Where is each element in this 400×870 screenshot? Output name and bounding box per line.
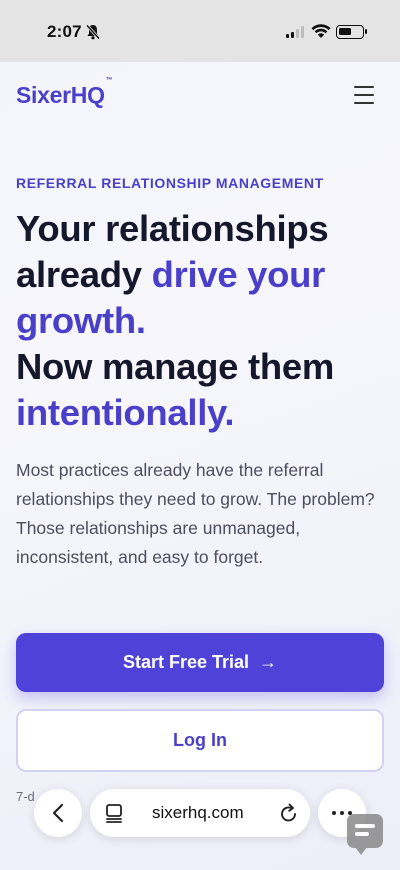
trial-note: 7-d — [16, 789, 35, 804]
trademark-mark: ™ — [105, 77, 113, 85]
log-in-button[interactable]: Log In — [16, 709, 384, 772]
battery-icon — [336, 25, 367, 39]
url-text: sixerhq.com — [152, 803, 244, 822]
chevron-left-icon — [52, 803, 64, 823]
wifi-icon — [311, 24, 331, 38]
headline-accent-2: intentionally. — [16, 392, 235, 433]
bell-muted-icon — [86, 24, 100, 40]
start-free-trial-button[interactable]: Start Free Trial → — [16, 633, 384, 692]
hero-headline: Your relationships already drive your gr… — [16, 206, 386, 436]
logo-text: SixerHQ — [16, 82, 105, 108]
status-time: 2:07 — [47, 22, 82, 41]
chat-widget-icon[interactable] — [347, 814, 383, 855]
page-menu-icon[interactable] — [105, 803, 123, 823]
cellular-signal-icon — [286, 26, 304, 38]
browser-address-bar[interactable]: sixerhq.com — [90, 789, 310, 837]
screen: 2:07 SixerHQ™ REFERRAL RELATIONSHIP MANA… — [0, 0, 400, 870]
hamburger-menu-icon[interactable] — [354, 86, 374, 104]
reload-icon[interactable] — [279, 802, 299, 824]
hero-eyebrow: REFERRAL RELATIONSHIP MANAGEMENT — [16, 175, 324, 191]
sixerhq-logo[interactable]: SixerHQ™ — [16, 77, 113, 109]
log-in-label: Log In — [173, 730, 227, 750]
arrow-right-icon: → — [259, 652, 278, 672]
site-header: SixerHQ™ — [0, 62, 400, 128]
headline-text-2: Now manage them — [16, 346, 334, 387]
browser-back-button[interactable] — [34, 789, 82, 837]
hero-description: Most practices already have the referral… — [16, 460, 375, 567]
start-free-trial-label: Start Free Trial — [122, 652, 250, 672]
status-bar: 2:07 — [0, 0, 400, 62]
